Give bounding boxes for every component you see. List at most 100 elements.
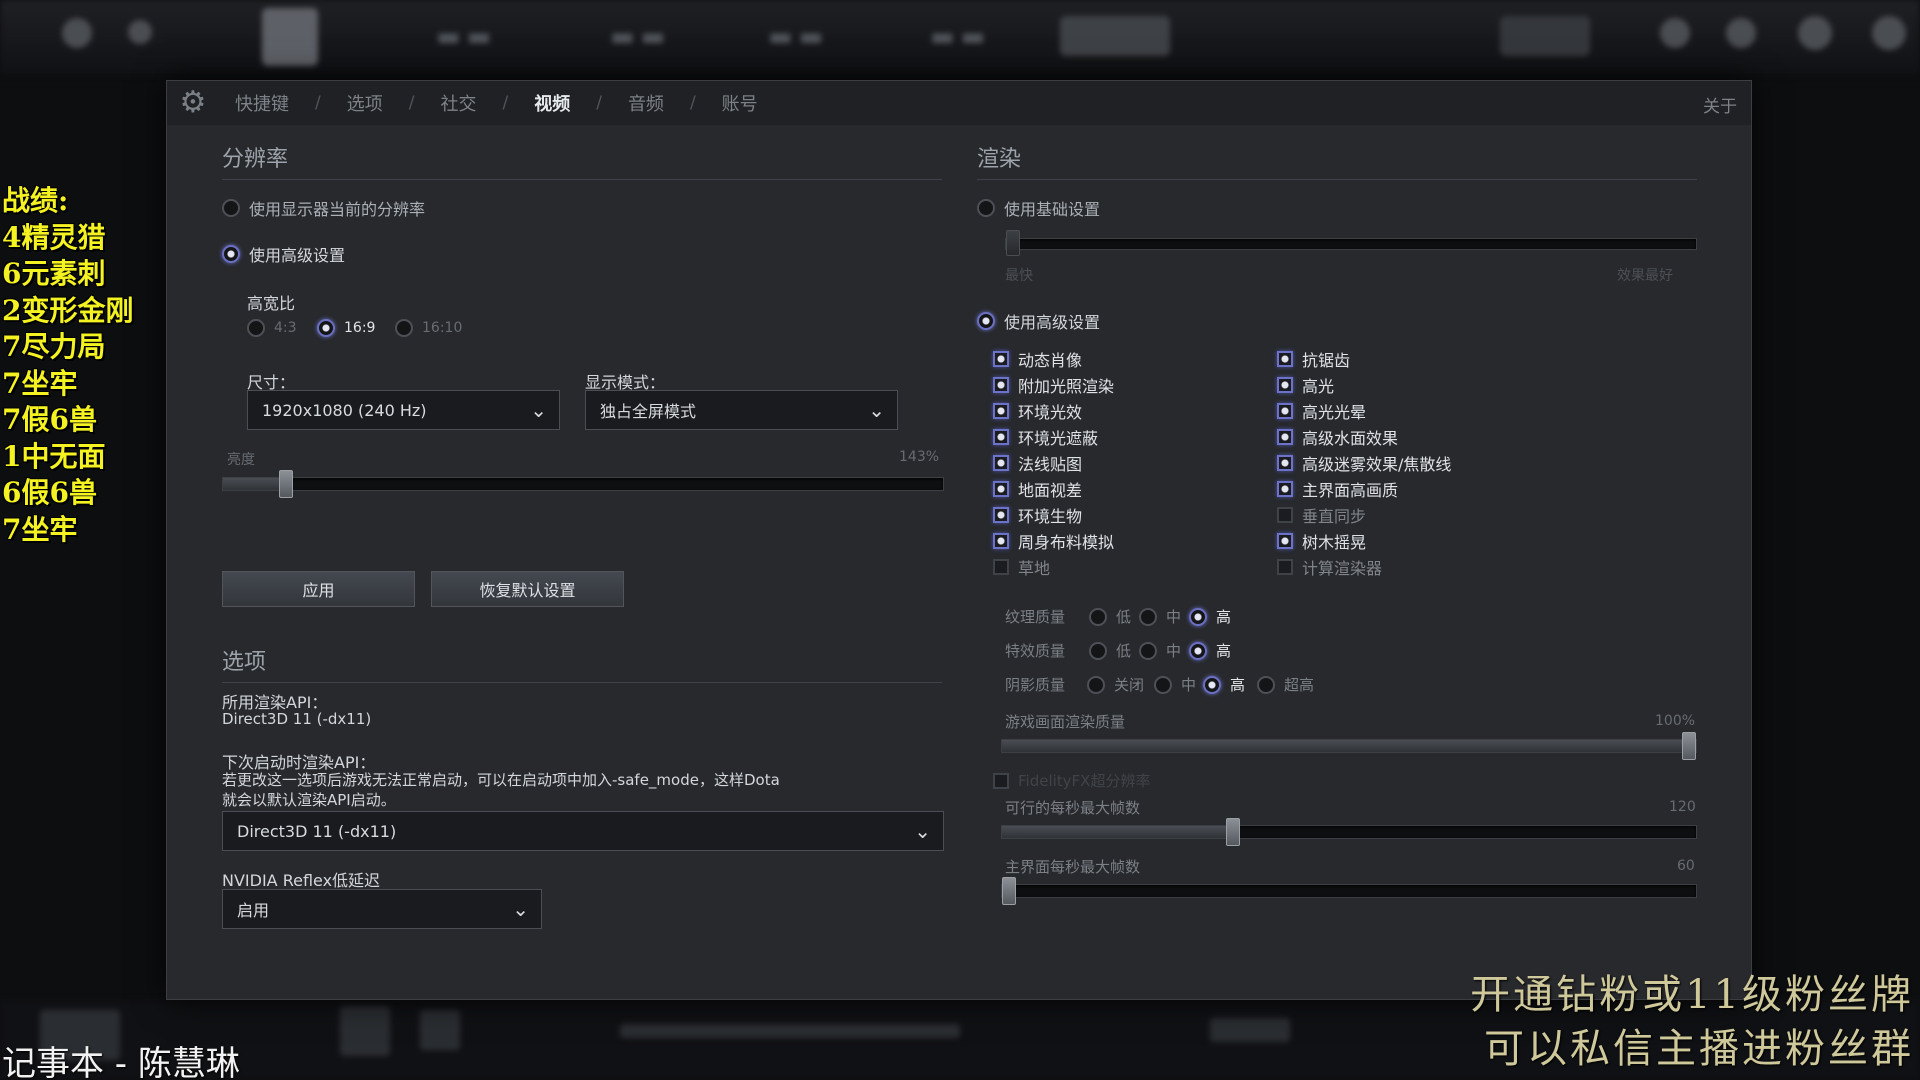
checkbox[interactable] [1277, 455, 1293, 471]
render-option-checkbox[interactable]: 高光 [1277, 373, 1334, 397]
checkbox[interactable] [993, 351, 1009, 367]
gear-icon[interactable]: ⚙ [177, 87, 209, 119]
radio-label: 使用显示器当前的分辨率 [249, 200, 426, 219]
apply-button[interactable]: 应用 [222, 571, 415, 607]
shadow-high-radio[interactable]: 高 [1203, 674, 1245, 695]
render-option-checkbox[interactable]: 树木摇晃 [1277, 529, 1366, 553]
use-advanced-render-radio[interactable]: 使用高级设置 [977, 309, 1100, 333]
radio-button[interactable] [317, 319, 335, 337]
checkbox[interactable] [1277, 533, 1293, 549]
render-option-checkbox[interactable]: 抗锯齿 [1277, 347, 1350, 371]
radio-button[interactable] [1154, 675, 1172, 694]
render-option-checkbox[interactable]: 法线贴图 [993, 451, 1082, 475]
checkbox[interactable] [993, 507, 1009, 523]
tab-audio[interactable]: 音频 [628, 90, 664, 116]
checkbox[interactable] [993, 481, 1009, 497]
render-option-checkbox[interactable]: 草地 [993, 555, 1050, 579]
checkbox[interactable] [993, 455, 1009, 471]
render-quality-slider[interactable] [1001, 732, 1697, 760]
slider-knob[interactable] [1006, 230, 1020, 256]
radio-label: 高 [1216, 608, 1232, 626]
render-option-checkbox[interactable]: 周身布料模拟 [993, 529, 1114, 553]
render-option-checkbox[interactable]: 动态肖像 [993, 347, 1082, 371]
use-advanced-resolution-radio[interactable]: 使用高级设置 [222, 242, 345, 266]
slider-knob[interactable] [1682, 732, 1696, 760]
checkbox[interactable] [1277, 351, 1293, 367]
radio-button[interactable] [1089, 641, 1107, 660]
radio-button[interactable] [1089, 607, 1107, 626]
basic-render-slider[interactable] [1005, 230, 1697, 256]
tab-video[interactable]: 视频 [534, 90, 570, 116]
checkbox[interactable] [1277, 559, 1293, 575]
size-dropdown[interactable]: 1920x1080 (240 Hz) ⌄ [247, 390, 560, 430]
checkbox[interactable] [993, 377, 1009, 393]
menu-fps-slider[interactable] [1001, 877, 1697, 905]
radio-button[interactable] [222, 245, 240, 263]
render-option-checkbox[interactable]: 高级水面效果 [1277, 425, 1398, 449]
max-fps-slider[interactable] [1001, 818, 1697, 846]
aspect-4-3-radio[interactable]: 4:3 [247, 319, 297, 337]
fidelityfx-checkbox[interactable]: FidelityFX超分辨率 [993, 770, 1150, 791]
texture-mid-radio[interactable]: 中 [1139, 606, 1181, 627]
slider-knob[interactable] [1226, 818, 1240, 846]
radio-button[interactable] [1203, 675, 1221, 694]
render-option-checkbox[interactable]: 垂直同步 [1277, 503, 1366, 527]
checkbox[interactable] [1277, 507, 1293, 523]
shadow-ultra-radio[interactable]: 超高 [1257, 674, 1314, 695]
aspect-16-9-radio[interactable]: 16:9 [317, 319, 375, 337]
checkbox[interactable] [1277, 377, 1293, 393]
render-option-checkbox[interactable]: 计算渲染器 [1277, 555, 1382, 579]
aspect-16-10-radio[interactable]: 16:10 [395, 319, 462, 337]
brightness-slider[interactable] [222, 470, 944, 498]
use-basic-render-radio[interactable]: 使用基础设置 [977, 196, 1100, 220]
render-option-checkbox[interactable]: 附加光照渲染 [993, 373, 1114, 397]
render-option-checkbox[interactable]: 地面视差 [993, 477, 1082, 501]
checkbox[interactable] [993, 559, 1009, 575]
slider-knob[interactable] [1002, 877, 1016, 905]
radio-button[interactable] [1139, 607, 1157, 626]
radio-button[interactable] [1257, 675, 1275, 694]
stats-line: 7尽力局 [2, 330, 106, 363]
checkbox[interactable] [1277, 429, 1293, 445]
use-display-resolution-radio[interactable]: 使用显示器当前的分辨率 [222, 196, 425, 220]
render-option-checkbox[interactable]: 环境生物 [993, 503, 1082, 527]
checkbox[interactable] [993, 533, 1009, 549]
checkbox[interactable] [1277, 481, 1293, 497]
slider-knob[interactable] [279, 470, 293, 498]
render-option-checkbox[interactable]: 环境光遮蔽 [993, 425, 1098, 449]
radio-button[interactable] [1189, 641, 1207, 660]
radio-button[interactable] [1139, 641, 1157, 660]
reflex-dropdown[interactable]: 启用 ⌄ [222, 889, 542, 929]
tab-hotkeys[interactable]: 快捷键 [235, 90, 289, 116]
display-mode-dropdown[interactable]: 独占全屏模式 ⌄ [585, 390, 898, 430]
about-link[interactable]: 关于 [1703, 92, 1737, 117]
texture-low-radio[interactable]: 低 [1089, 606, 1131, 627]
tab-social[interactable]: 社交 [440, 90, 476, 116]
effects-low-radio[interactable]: 低 [1089, 640, 1131, 661]
tab-options[interactable]: 选项 [347, 90, 383, 116]
checkbox[interactable] [993, 429, 1009, 445]
radio-button[interactable] [977, 199, 995, 217]
effects-mid-radio[interactable]: 中 [1139, 640, 1181, 661]
texture-high-radio[interactable]: 高 [1189, 606, 1231, 627]
effects-high-radio[interactable]: 高 [1189, 640, 1231, 661]
render-option-checkbox[interactable]: 高光光晕 [1277, 399, 1366, 423]
render-option-checkbox[interactable]: 高级迷雾效果/焦散线 [1277, 451, 1451, 475]
render-option-checkbox[interactable]: 环境光效 [993, 399, 1082, 423]
tab-account[interactable]: 账号 [722, 90, 758, 116]
radio-button[interactable] [977, 312, 995, 330]
radio-button[interactable] [222, 199, 240, 217]
radio-button[interactable] [395, 319, 413, 337]
checkbox[interactable] [1277, 403, 1293, 419]
reset-defaults-button[interactable]: 恢复默认设置 [431, 571, 624, 607]
checkbox-label: 树木摇晃 [1302, 533, 1367, 552]
radio-button[interactable] [1189, 607, 1207, 626]
radio-button[interactable] [1087, 675, 1105, 694]
checkbox[interactable] [993, 772, 1009, 789]
radio-button[interactable] [247, 319, 265, 337]
shadow-off-radio[interactable]: 关闭 [1087, 674, 1144, 695]
render-api-dropdown[interactable]: Direct3D 11 (-dx11) ⌄ [222, 811, 944, 851]
checkbox[interactable] [993, 403, 1009, 419]
shadow-mid-radio[interactable]: 中 [1154, 674, 1196, 695]
render-option-checkbox[interactable]: 主界面高画质 [1277, 477, 1398, 501]
